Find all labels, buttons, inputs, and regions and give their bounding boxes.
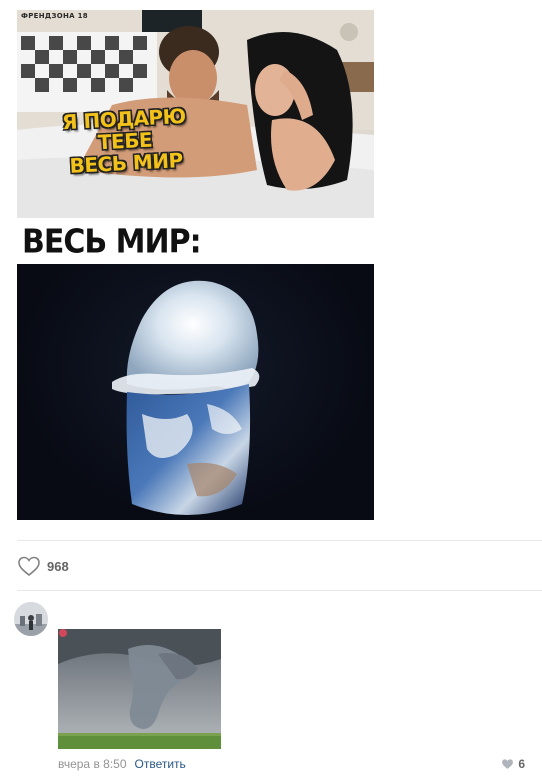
reply-button[interactable]: Ответить xyxy=(135,757,186,771)
post-photo[interactable]: ФРЕНДЗОНА 18 Я ПОДАРЮ ТЕБЕ ВЕСЬ МИР ВЕСЬ… xyxy=(17,10,374,520)
meme-bottom-panel xyxy=(17,264,374,520)
post-like-button[interactable]: 968 xyxy=(17,554,69,578)
tornado-photo xyxy=(58,629,221,749)
heart-icon xyxy=(18,556,40,577)
heart-icon xyxy=(502,759,514,769)
meme-caption-middle: ВЕСЬ МИР: xyxy=(22,222,202,262)
earth-shaped-object-illustration xyxy=(112,280,260,515)
avatar[interactable] xyxy=(14,602,48,636)
meme-top-panel: ФРЕНДЗОНА 18 Я ПОДАРЮ ТЕБЕ ВЕСЬ МИР xyxy=(17,10,374,218)
comment-meta: вчера в 8:50 Ответить xyxy=(58,757,186,771)
comment-like-count: 6 xyxy=(518,757,525,771)
comment-timestamp[interactable]: вчера в 8:50 xyxy=(58,757,127,771)
comment-photo[interactable] xyxy=(58,629,221,749)
comment-like-button[interactable]: 6 xyxy=(501,757,525,771)
meme-middle-panel: ВЕСЬ МИР: xyxy=(17,218,374,264)
watermark-text: ФРЕНДЗОНА 18 xyxy=(21,12,88,20)
avatar-image xyxy=(14,602,48,636)
divider xyxy=(17,590,542,591)
like-count: 968 xyxy=(47,558,69,574)
meme-caption-top: Я ПОДАРЮ ТЕБЕ ВЕСЬ МИР xyxy=(33,103,216,178)
comment: вчера в 8:50 Ответить 6 xyxy=(14,602,542,777)
divider xyxy=(17,540,542,541)
